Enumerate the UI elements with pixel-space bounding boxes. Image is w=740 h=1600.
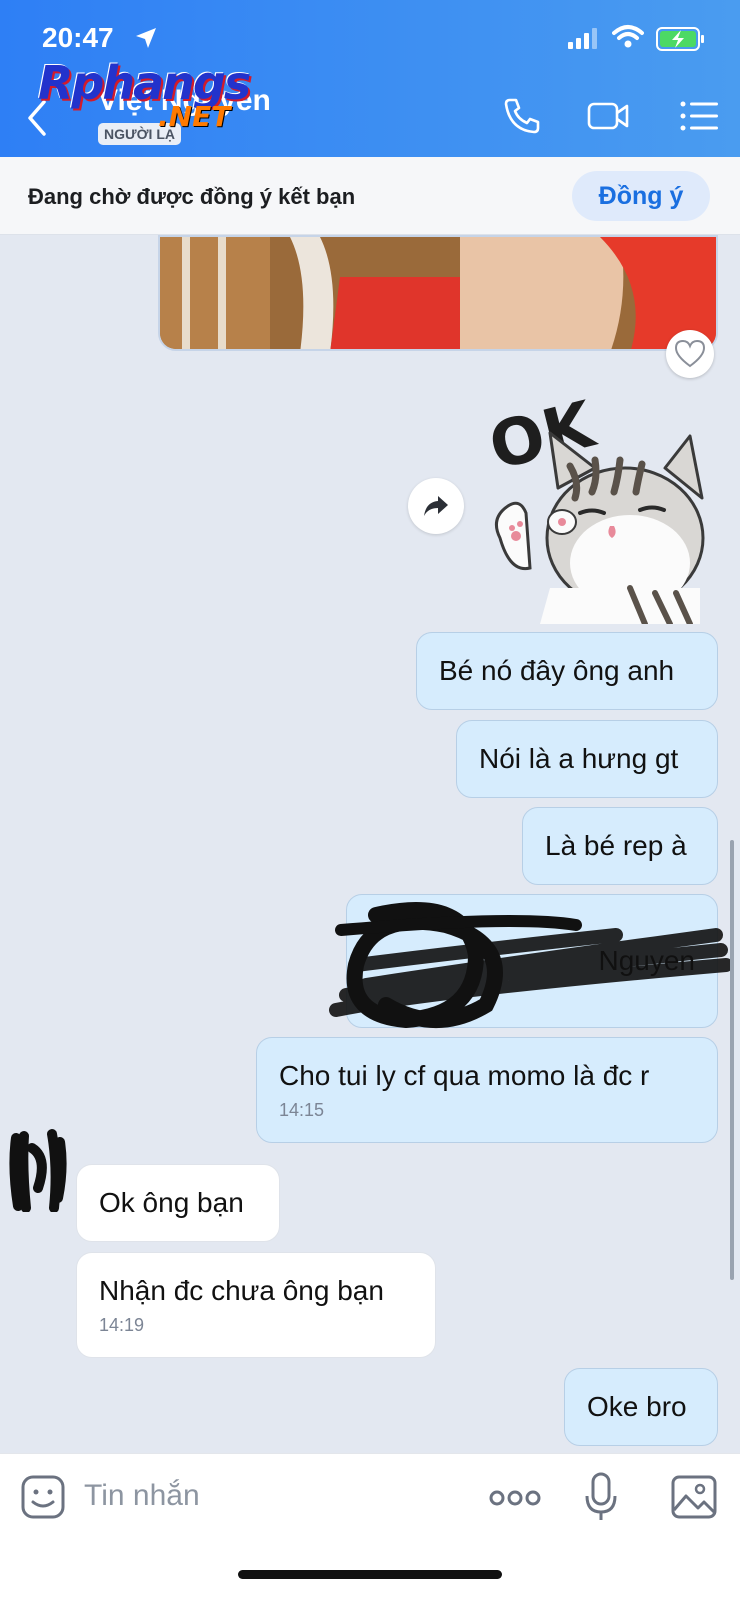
- message-bubble-outgoing[interactable]: Oke bro: [564, 1368, 718, 1446]
- message-bubble-incoming[interactable]: Nhận đc chưa ông bạn 14:19: [76, 1252, 436, 1358]
- photo-thumbnail: [160, 237, 716, 349]
- message-bubble-outgoing[interactable]: Bé nó đây ông anh: [416, 632, 718, 710]
- message-text: Ok ông bạn: [99, 1187, 244, 1218]
- image-message[interactable]: [158, 235, 718, 351]
- menu-button[interactable]: [678, 94, 722, 138]
- wifi-icon: [612, 25, 644, 48]
- watermark-sub: .NET: [158, 100, 231, 133]
- message-text: Oke bro: [587, 1391, 687, 1422]
- phone-call-button[interactable]: [500, 94, 544, 138]
- message-bubble-outgoing[interactable]: Là bé rep à: [522, 807, 718, 885]
- message-timestamp: 14:19: [99, 1314, 145, 1335]
- watermark-logo: Rphangs .NET: [38, 56, 251, 133]
- message-text: Bé nó đây ông anh: [439, 655, 675, 686]
- battery-charging-icon: [656, 27, 704, 51]
- friend-request-text: Đang chờ được đồng ý kết bạn: [28, 184, 356, 209]
- redaction-scribble: [329, 902, 733, 1029]
- heart-icon: [675, 340, 705, 368]
- chat-scrollbar[interactable]: [730, 840, 734, 1280]
- message-timestamp: 14:15: [279, 1099, 325, 1120]
- message-text: Nói là a hưng gt: [479, 743, 679, 774]
- message-text: Là bé rep à: [545, 830, 687, 861]
- ok-cat-sticker[interactable]: OK: [480, 388, 710, 624]
- emoji-button[interactable]: [20, 1474, 66, 1520]
- location-arrow-icon: [136, 28, 156, 48]
- home-indicator: [238, 1570, 502, 1579]
- image-gallery-button[interactable]: [670, 1474, 718, 1520]
- video-call-button[interactable]: [586, 94, 630, 138]
- react-heart-button[interactable]: [666, 330, 714, 378]
- message-input[interactable]: [84, 1470, 464, 1522]
- message-text: Nhận đc chưa ông bạn: [99, 1274, 384, 1306]
- message-text: Cho tui ly cf qua momo là đc r: [279, 1059, 650, 1091]
- forward-button[interactable]: [408, 478, 464, 534]
- accept-friend-button[interactable]: Đồng ý: [572, 171, 710, 221]
- chat-header: 20:47 Việt Nguyen NGƯỜI LẠ Rphangs .NET: [0, 0, 740, 157]
- message-composer: [0, 1453, 740, 1600]
- more-options-button[interactable]: [488, 1478, 542, 1518]
- signal-icon: [568, 28, 597, 49]
- message-bubble-incoming[interactable]: Ok ông bạn: [76, 1164, 280, 1242]
- message-bubble-outgoing[interactable]: Cho tui ly cf qua momo là đc r 14:15: [256, 1037, 718, 1143]
- friend-request-bar: Đang chờ được đồng ý kết bạn Đồng ý: [0, 157, 740, 235]
- contact-avatar[interactable]: [8, 1128, 70, 1212]
- microphone-button[interactable]: [584, 1472, 618, 1522]
- message-bubble-outgoing[interactable]: Nói là a hưng gt: [456, 720, 718, 798]
- share-arrow-icon: [424, 496, 448, 516]
- status-time: 20:47: [42, 22, 114, 53]
